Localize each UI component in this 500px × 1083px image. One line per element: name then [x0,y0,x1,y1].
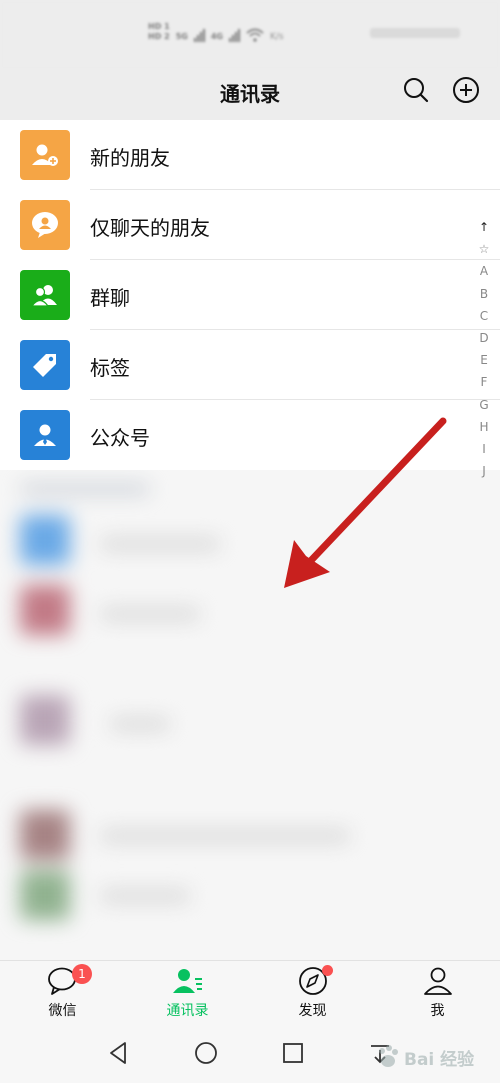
tab-chats[interactable]: 1 微信 [0,961,125,1027]
index-a[interactable]: A [476,260,492,282]
paw-icon [379,1045,398,1067]
tab-discover[interactable]: 发现 [250,961,375,1027]
menu-item-tags[interactable]: 标签 [0,330,500,400]
tab-label: 我 [430,1003,445,1019]
menu-item-label: 标签 [90,356,130,380]
back-icon[interactable] [106,1040,132,1066]
blurred-avatar [20,810,70,860]
index-e[interactable]: E [476,349,492,371]
blurred-avatar [20,515,70,565]
blurred-avatar [20,585,70,635]
index-j[interactable]: J [476,460,492,482]
index-star[interactable]: ☆ [476,238,492,260]
blurred-section-header [20,484,150,494]
tab-contacts[interactable]: 通讯录 [125,961,250,1027]
index-f[interactable]: F [476,371,492,393]
person-icon [424,967,452,995]
hd-indicators: HD 1 HD 2 [148,22,170,42]
menu-item-label: 新的朋友 [90,146,170,170]
index-b[interactable]: B [476,283,492,305]
blurred-name [100,890,190,902]
alphabet-index[interactable]: ↑ ☆ A B C D E F G H I J [476,216,492,482]
official-account-icon [20,410,70,460]
menu-item-official-accounts[interactable]: 公众号 [0,400,500,470]
menu-item-group-chats[interactable]: 群聊 [0,260,500,330]
add-icon[interactable] [452,76,480,104]
blurred-name [100,538,220,550]
new-friend-icon [20,130,70,180]
contacts-menu: 新的朋友 仅聊天的朋友 群聊 标签 公众号 [0,120,500,470]
tab-bar: 1 微信 通讯录 发现 我 [0,960,500,1027]
blurred-contact-list [0,470,500,960]
index-h[interactable]: H [476,416,492,438]
blurred-name [110,718,170,730]
hd2-label: HD 2 [148,32,170,41]
unread-badge: 1 [72,964,92,984]
index-i[interactable]: I [476,438,492,460]
blurred-avatar [20,870,70,920]
blurred-avatar [20,695,70,745]
index-g[interactable]: G [476,394,492,416]
network-4g-label: 4G [210,32,223,41]
watermark-text: Bai 经验 [404,1050,475,1070]
tab-me[interactable]: 我 [375,961,500,1027]
signal-icon [193,29,205,42]
system-nav-bar: Bai 经验 [0,1026,500,1083]
status-bar: HD 1 HD 2 5G 4G K/s [0,0,500,70]
search-icon[interactable] [402,76,430,104]
blurred-content [0,470,500,960]
tab-label: 发现 [298,1003,327,1019]
menu-item-label: 公众号 [90,426,150,450]
blurred-name [100,830,350,842]
home-icon[interactable] [193,1040,219,1066]
tab-label: 微信 [48,1003,77,1019]
index-top[interactable]: ↑ [476,216,492,238]
tag-icon [20,340,70,390]
speed-label: K/s [269,32,284,42]
status-icons: HD 1 HD 2 5G 4G K/s [148,22,284,42]
menu-item-new-friends[interactable]: 新的朋友 [0,120,500,190]
hd1-label: HD 1 [148,22,170,31]
tab-label: 通讯录 [166,1003,209,1019]
group-chat-icon [20,270,70,320]
new-dot [322,965,333,976]
signal-icon-2 [228,29,240,42]
contacts-icon [173,969,202,993]
menu-item-chat-only-friends[interactable]: 仅聊天的朋友 [0,190,500,260]
baidu-jingyan-watermark: Bai 经验 [372,1039,492,1075]
recents-icon[interactable] [280,1040,306,1066]
chat-only-friend-icon [20,200,70,250]
menu-item-label: 仅聊天的朋友 [90,216,210,240]
battery-area [370,28,460,38]
network-5g-label: 5G [175,32,188,41]
index-c[interactable]: C [476,305,492,327]
index-d[interactable]: D [476,327,492,349]
menu-item-label: 群聊 [90,286,130,310]
wifi-icon [246,28,264,42]
header: 通讯录 [0,70,500,120]
blurred-name [100,608,200,620]
